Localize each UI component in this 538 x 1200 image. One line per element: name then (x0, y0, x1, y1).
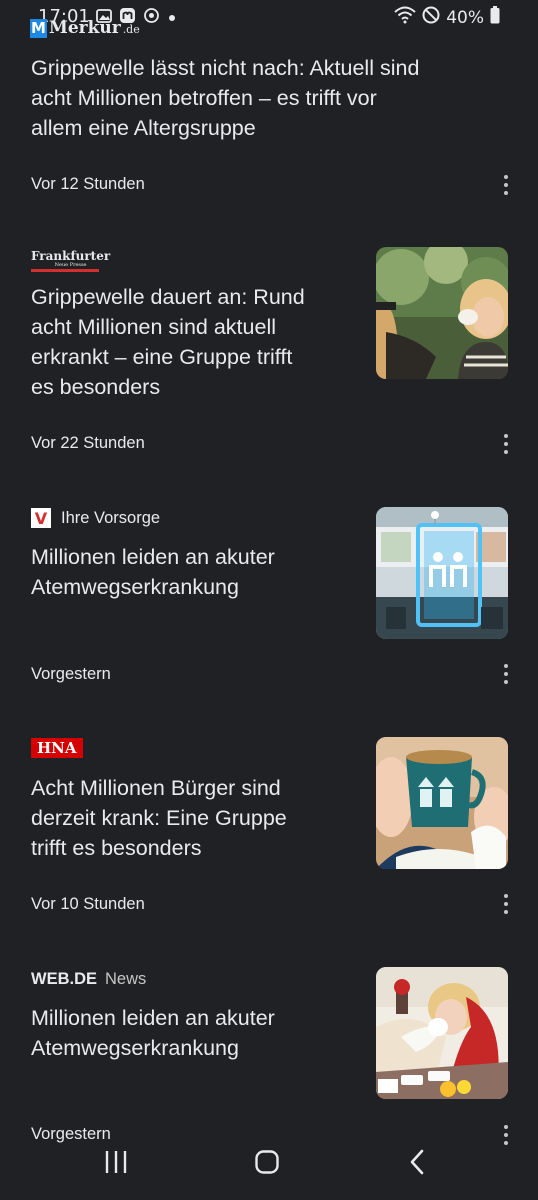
status-icons-right: 40% (394, 6, 500, 29)
article-headline[interactable]: Grippewelle lässt nicht nach: Aktuell si… (31, 53, 419, 143)
frankfurter-logo-sub: Neue Presse (54, 262, 87, 268)
webde-news-label: News (105, 970, 147, 988)
dot (504, 902, 508, 906)
frankfurter-logo-bar (31, 269, 99, 272)
headline-line: Atemwegserkrankung (31, 575, 239, 599)
article-thumbnail[interactable] (376, 737, 508, 869)
article-source[interactable]: Frankfurter Neue Presse (31, 250, 110, 272)
back-icon (405, 1149, 431, 1179)
more-options-button[interactable] (494, 889, 518, 919)
dot (504, 910, 508, 914)
merkur-logo-letter: M (30, 18, 47, 38)
home-icon (254, 1149, 280, 1179)
headline-line: allem eine Altergsruppe (31, 116, 256, 140)
dot (504, 450, 508, 454)
recent-apps-button[interactable] (94, 1148, 138, 1180)
article-time: Vorgestern (31, 665, 111, 683)
dot (504, 191, 508, 195)
headline-line: Millionen leiden an akuter (31, 1006, 275, 1030)
dot (504, 434, 508, 438)
battery-text: 40% (446, 7, 484, 28)
back-button[interactable] (396, 1148, 440, 1180)
battery-icon (490, 6, 500, 29)
frankfurter-logo: Frankfurter Neue Presse (31, 250, 110, 272)
article-source[interactable]: V Ihre Vorsorge (31, 508, 160, 528)
more-options-button[interactable] (494, 429, 518, 459)
sync-icon (143, 7, 160, 28)
article-thumbnail[interactable] (376, 967, 508, 1099)
dot (504, 442, 508, 446)
headline-line: es besonders (31, 375, 161, 399)
article-time: Vor 22 Stunden (31, 434, 145, 452)
home-button[interactable] (245, 1148, 289, 1180)
dot (504, 664, 508, 668)
article-source[interactable]: HNA (31, 738, 83, 758)
more-options-button[interactable] (494, 170, 518, 200)
headline-line: erkrankt – eine Gruppe trifft (31, 345, 293, 369)
dot-icon (167, 8, 177, 27)
article-source[interactable]: WEB.DE News (31, 970, 146, 989)
dot (504, 680, 508, 684)
dot (504, 175, 508, 179)
article-time: Vor 12 Stunden (31, 175, 145, 193)
headline-line: Grippewelle lässt nicht nach: Aktuell si… (31, 56, 420, 80)
more-options-button[interactable] (494, 659, 518, 689)
wifi-icon (394, 6, 416, 29)
do-not-disturb-icon (422, 6, 440, 29)
dot (504, 894, 508, 898)
headline-line: acht Millionen sind aktuell (31, 315, 276, 339)
merkur-logo-text: Merkur (49, 18, 121, 38)
merkur-logo[interactable]: M Merkur .de (30, 18, 140, 38)
headline-line: Grippewelle dauert an: Rund (31, 285, 305, 309)
article-thumbnail[interactable] (376, 507, 508, 639)
article-time: Vor 10 Stunden (31, 895, 145, 913)
vorsorge-logo-icon: V (31, 508, 51, 528)
recent-apps-icon (103, 1149, 129, 1179)
webde-logo: WEB.DE (31, 970, 97, 988)
article-headline[interactable]: Grippewelle dauert an: Rund acht Million… (31, 282, 305, 402)
dot (504, 1133, 508, 1137)
dot (504, 1125, 508, 1129)
dot (504, 183, 508, 187)
navigation-bar (0, 1140, 538, 1200)
article-thumbnail[interactable] (376, 247, 508, 379)
hna-logo: HNA (31, 738, 83, 758)
article-headline[interactable]: Millionen leiden an akuter Atemwegserkra… (31, 542, 275, 602)
headline-line: Millionen leiden an akuter (31, 545, 275, 569)
article-headline[interactable]: Acht Millionen Bürger sind derzeit krank… (31, 773, 287, 863)
headline-line: derzeit krank: Eine Gruppe (31, 806, 287, 830)
merkur-logo-suffix: .de (122, 23, 140, 36)
headline-line: Acht Millionen Bürger sind (31, 776, 281, 800)
dot (504, 672, 508, 676)
article-headline[interactable]: Millionen leiden an akuter Atemwegserkra… (31, 1003, 275, 1063)
headline-line: trifft es besonders (31, 836, 202, 860)
headline-line: Atemwegserkrankung (31, 1036, 239, 1060)
frankfurter-logo-main: Frankfurter (31, 249, 111, 263)
headline-line: acht Millionen betroffen – es trifft vor (31, 86, 377, 110)
source-name: Ihre Vorsorge (61, 508, 161, 527)
